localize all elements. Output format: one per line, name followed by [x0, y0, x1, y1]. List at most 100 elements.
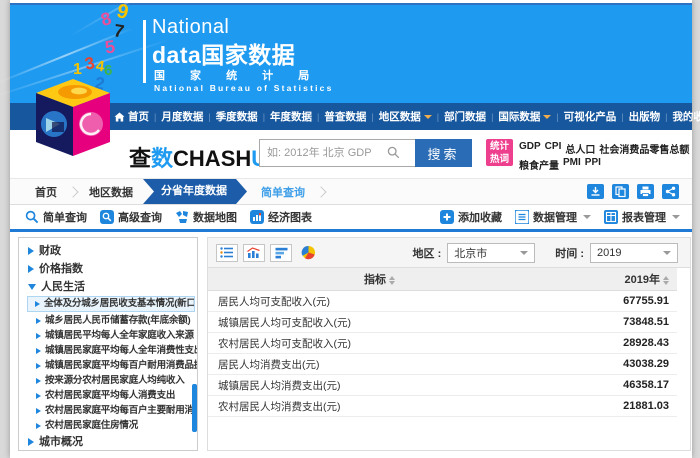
indicator-cell: 居民人均可支配收入(元) [208, 294, 551, 309]
search-magnifier-icon [387, 146, 400, 164]
sidebar-item[interactable]: 农村居民家庭平均每百户主要耐用消费品 [19, 403, 197, 418]
pie-chart-view-button[interactable] [297, 244, 319, 262]
breadcrumb-current[interactable]: 简单查询 [261, 184, 305, 200]
map-icon [175, 210, 189, 224]
hot-word[interactable]: PMI [563, 157, 581, 172]
hot-words-badge: 统计 热词 [486, 139, 513, 166]
triangle-right-icon [35, 301, 40, 307]
nav-item-publications[interactable]: 出版物 [629, 109, 661, 124]
hbar-view-button[interactable] [270, 244, 292, 262]
table-row: 农村居民人均消费支出(元)21881.03 [208, 396, 677, 417]
nav-item-monthly[interactable]: 月度数据 [161, 109, 203, 124]
simple-query-button[interactable]: 简单查询 [25, 209, 87, 225]
value-cell: 73848.51 [551, 316, 677, 328]
indicator-cell: 城镇居民人均可支配收入(元) [208, 315, 551, 330]
nav-separator: | [208, 112, 210, 122]
content-area: 财政 价格指数 人民生活 全体及分城乡居民收支基本情况(新口径) 城乡居民人民币… [10, 232, 692, 458]
time-value: 2019 [597, 247, 621, 259]
data-map-button[interactable]: 数据地图 [175, 209, 237, 225]
report-manage-menu[interactable]: 报表管理 [604, 209, 680, 225]
hot-badge-line: 热词 [486, 153, 513, 166]
triangle-right-icon [28, 438, 34, 446]
indicator-sidebar: 财政 价格指数 人民生活 全体及分城乡居民收支基本情况(新口径) 城乡居民人民币… [18, 237, 198, 451]
toolbar-label: 添加收藏 [458, 209, 502, 225]
sidebar-item-label: 农村居民家庭住房情况 [45, 418, 138, 433]
nav-item-regional[interactable]: 地区数据 [379, 109, 432, 124]
nav-item-international[interactable]: 国际数据 [498, 109, 551, 124]
table-row: 居民人均消费支出(元)43038.29 [208, 354, 677, 375]
hbar-icon [275, 247, 288, 259]
sidebar-item[interactable]: 城乡居民人民币储蓄存款(年底余额) [19, 313, 197, 328]
economic-chart-button[interactable]: 经济图表 [250, 209, 312, 225]
breadcrumb-regional-data[interactable]: 地区数据 [89, 184, 133, 200]
chevron-down-icon [583, 215, 591, 219]
value-cell: 21881.03 [551, 400, 677, 412]
add-favorite-button[interactable]: 添加收藏 [440, 209, 502, 225]
sidebar-item-label: 全体及分城乡居民收支基本情况(新口径) [44, 296, 195, 312]
sidebar-item[interactable]: 农村居民家庭住房情况 [19, 418, 197, 433]
magnifier-icon [25, 210, 39, 224]
triangle-right-icon [36, 393, 41, 399]
search-button[interactable]: 搜索 [415, 139, 472, 167]
nav-item-departmental[interactable]: 部门数据 [444, 109, 486, 124]
nav-separator: | [556, 112, 558, 122]
sidebar-item[interactable]: 城镇居民家庭平均每人全年消费性支出 [19, 343, 197, 358]
nav-item-home[interactable]: 首页 [114, 109, 149, 124]
bureau-name-cn: 国 家 统 计 局 [154, 67, 320, 83]
sidebar-group-city-overview[interactable]: 城市概况 [19, 433, 197, 451]
sidebar-item-label: 农村居民家庭平均每百户主要耐用消费品 [45, 403, 197, 418]
hot-word[interactable]: CPI [545, 141, 562, 156]
sidebar-item[interactable]: 城镇居民平均每人全年家庭收入来源 [19, 328, 197, 343]
hot-word[interactable]: 总人口 [565, 141, 595, 156]
share-icon[interactable] [662, 184, 679, 199]
copy-icon[interactable] [612, 184, 629, 199]
result-panel: 地区 : 北京市 时间 : 2019 指标 [207, 237, 691, 451]
region-select[interactable]: 北京市 [447, 243, 535, 263]
time-select[interactable]: 2019 [590, 243, 678, 263]
data-manage-menu[interactable]: 数据管理 [515, 209, 591, 225]
indicator-column-header[interactable]: 指标 [208, 271, 551, 287]
nav-item-annual[interactable]: 年度数据 [270, 109, 312, 124]
breadcrumb-active-tab[interactable]: 分省年度数据 [143, 179, 247, 204]
download-icon[interactable] [587, 184, 604, 199]
table-view-button[interactable] [216, 244, 238, 262]
value-cell: 43038.29 [551, 358, 677, 370]
year-column-header[interactable]: 2019年 [551, 271, 677, 287]
sidebar-group-price-index[interactable]: 价格指数 [19, 260, 197, 278]
sidebar-group-people-livelihood[interactable]: 人民生活 [19, 278, 197, 296]
site-title-mixed: data国家数据 [152, 36, 295, 70]
chashu-logo-part: CHASH [173, 146, 251, 171]
chevron-down-icon [424, 115, 432, 119]
toolbar-label: 数据地图 [193, 209, 237, 225]
nav-item-census[interactable]: 普查数据 [324, 109, 366, 124]
print-icon[interactable] [637, 184, 654, 199]
list-icon [515, 210, 529, 224]
triangle-right-icon [28, 265, 34, 273]
home-icon [114, 112, 125, 122]
number-glyph: 7 [113, 21, 126, 40]
sidebar-item[interactable]: 按来源分农村居民家庭人均纯收入 [19, 373, 197, 388]
indicator-cell: 居民人均消费支出(元) [208, 357, 551, 372]
sidebar-item[interactable]: 城镇居民家庭平均每百户耐用消费品拥有 [19, 358, 197, 373]
brand-header: 1 2 3 4 5 6 7 8 9 [10, 5, 692, 103]
triangle-right-icon [28, 247, 34, 255]
region-value: 北京市 [454, 245, 487, 261]
search-input[interactable] [259, 139, 428, 167]
hot-word[interactable]: GDP [519, 141, 541, 156]
sidebar-item-label: 城镇居民家庭平均每人全年消费性支出 [45, 343, 197, 358]
nav-item-quarterly[interactable]: 季度数据 [216, 109, 258, 124]
advanced-query-button[interactable]: 高级查询 [100, 209, 162, 225]
nav-item-favorites[interactable]: 我的收藏 [672, 109, 700, 124]
table-row: 农村居民人均可支配收入(元)28928.43 [208, 333, 677, 354]
breadcrumb-home[interactable]: 首页 [35, 184, 57, 200]
sidebar-group-finance[interactable]: 财政 [19, 242, 197, 260]
bar-chart-view-button[interactable] [243, 244, 265, 262]
sidebar-item[interactable]: 农村居民家庭平均每人消费支出 [19, 388, 197, 403]
hot-word[interactable]: 粮食产量 [519, 157, 559, 172]
hot-word[interactable]: PPI [585, 157, 601, 172]
sidebar-scrollbar-thumb[interactable] [192, 384, 197, 432]
number-glyph: 1 [73, 62, 82, 78]
hot-word[interactable]: 社会消费品零售总额 [599, 141, 689, 156]
sidebar-item-selected[interactable]: 全体及分城乡居民收支基本情况(新口径) [27, 296, 195, 312]
nav-item-visualization[interactable]: 可视化产品 [564, 109, 617, 124]
